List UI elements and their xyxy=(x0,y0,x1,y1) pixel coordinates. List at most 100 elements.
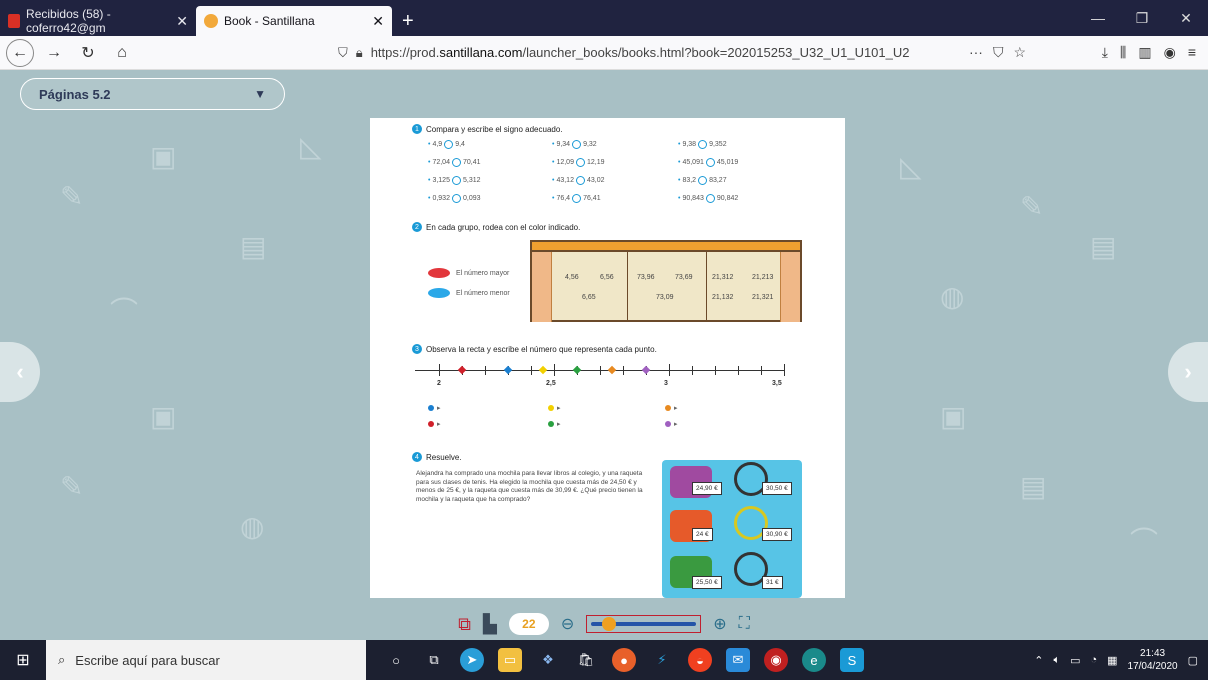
answer-yellow[interactable]: ▸ xyxy=(548,404,561,412)
notification-app-icon[interactable]: ▦ xyxy=(1107,654,1117,667)
app-icon[interactable]: ◉ xyxy=(764,648,788,672)
zoom-out-icon[interactable]: ⊖ xyxy=(561,614,574,634)
clock[interactable]: 21:43 17/04/2020 xyxy=(1128,647,1178,673)
comparison-item[interactable]: • 83,2 83,27 xyxy=(678,176,727,185)
comparison-item[interactable]: • 45,091 45,019 xyxy=(678,158,738,167)
tick-mark xyxy=(439,364,440,376)
download-icon[interactable]: ⤓ xyxy=(1102,44,1108,61)
single-page-icon[interactable]: ▙ xyxy=(483,614,497,635)
tab-gmail[interactable]: Recibidos (58) - coferro42@gm ✕ xyxy=(0,6,196,36)
action-center-icon[interactable]: ▢ xyxy=(1188,654,1198,667)
shield-icon[interactable]: ⛉ xyxy=(338,45,348,61)
answer-circle[interactable] xyxy=(572,194,582,203)
task-view-icon[interactable]: ⧉ xyxy=(422,648,446,672)
answer-circle[interactable] xyxy=(572,140,582,149)
comparison-item[interactable]: • 12,09 12,19 xyxy=(552,158,605,167)
skype-icon[interactable]: S xyxy=(840,648,864,672)
tab-santillana[interactable]: Book - Santillana ✕ xyxy=(196,6,392,36)
battery-icon[interactable]: ▭ xyxy=(1070,654,1080,667)
comparison-item[interactable]: • 72,04 70,41 xyxy=(428,158,481,167)
menu-icon[interactable]: ≡ xyxy=(1188,44,1196,61)
answer-circle[interactable] xyxy=(451,194,461,203)
close-tab-icon[interactable]: ✕ xyxy=(372,13,384,30)
store-icon[interactable]: 🛍︎ xyxy=(574,648,598,672)
answer-circle[interactable] xyxy=(705,194,715,203)
reload-button[interactable]: ↻ xyxy=(74,40,102,66)
file-explorer-icon[interactable]: ▭ xyxy=(498,648,522,672)
chevron-up-icon[interactable]: ⌃ xyxy=(1034,654,1043,667)
sidebar-icon[interactable]: ▥ xyxy=(1138,44,1151,61)
answer-red[interactable]: ▸ xyxy=(428,420,441,428)
comparison-item[interactable]: • 0,932 0,093 xyxy=(428,194,481,203)
answer-circle[interactable] xyxy=(575,158,585,167)
dropbox-icon[interactable]: ❖ xyxy=(536,648,560,672)
legend-max-label: El número mayor xyxy=(456,269,510,277)
url-bar[interactable]: ⛉ 🔒︎ https://prod.santillana.com/launche… xyxy=(332,40,1032,66)
close-tab-icon[interactable]: ✕ xyxy=(176,13,188,30)
number-cell[interactable]: 21,321 xyxy=(752,294,773,301)
volume-icon[interactable]: 🔈︎ xyxy=(1053,654,1060,667)
new-tab-button[interactable]: + xyxy=(392,6,424,36)
number-cell[interactable]: 6,56 xyxy=(600,274,614,281)
comparison-item[interactable]: • 76,4 76,41 xyxy=(552,194,601,203)
edge-icon[interactable]: e xyxy=(802,648,826,672)
pages-dropdown[interactable]: Páginas 5.2 ▼ xyxy=(20,78,285,110)
minimize-icon[interactable]: — xyxy=(1076,0,1120,36)
answer-purple[interactable]: ▸ xyxy=(665,420,678,428)
answer-circle[interactable] xyxy=(444,140,454,149)
forward-button[interactable]: → xyxy=(40,40,68,66)
cortana-icon[interactable]: ○ xyxy=(384,648,408,672)
answer-circle[interactable] xyxy=(451,176,461,185)
home-button[interactable]: ⌂ xyxy=(108,40,136,66)
comparison-item[interactable]: • 43,12 43,02 xyxy=(552,176,605,185)
tab-label: Book - Santillana xyxy=(224,14,315,28)
answer-circle[interactable] xyxy=(698,176,708,185)
app-icon[interactable]: ⚡︎ xyxy=(650,648,674,672)
restore-icon[interactable]: ❐ xyxy=(1120,0,1164,36)
number-cell[interactable]: 21,213 xyxy=(752,274,773,281)
search-placeholder: Escribe aquí para buscar xyxy=(75,652,220,668)
number-cell[interactable]: 21,132 xyxy=(712,294,733,301)
comparison-item[interactable]: • 90,843 90,842 xyxy=(678,194,738,203)
library-icon[interactable]: ⫼ xyxy=(1120,44,1126,61)
number-cell[interactable]: 73,09 xyxy=(656,294,674,301)
bookmark-star-icon[interactable]: ☆ xyxy=(1013,44,1026,61)
answer-circle[interactable] xyxy=(698,140,708,149)
app-icon[interactable]: ◒ xyxy=(688,648,712,672)
pocket-icon[interactable]: ⛉ xyxy=(993,44,1004,61)
answer-circle[interactable] xyxy=(575,176,585,185)
double-page-icon[interactable]: ⧉ xyxy=(458,614,471,635)
comparison-item[interactable]: • 9,34 9,32 xyxy=(552,140,597,149)
number-cell[interactable]: 73,96 xyxy=(637,274,655,281)
wifi-icon[interactable]: ◔ xyxy=(1090,654,1097,666)
number-cell[interactable]: 4,56 xyxy=(565,274,579,281)
number-cell[interactable]: 21,312 xyxy=(712,274,733,281)
page-number[interactable]: 22 xyxy=(508,613,549,635)
taskbar-search[interactable]: ⌕ Escribe aquí para buscar xyxy=(46,640,366,680)
zoom-in-icon[interactable]: ⊕ xyxy=(713,614,726,634)
exercise-2-heading: 2 En cada grupo, rodea con el color indi… xyxy=(412,222,580,232)
prev-page-button[interactable]: ‹ xyxy=(0,342,40,402)
number-cell[interactable]: 6,65 xyxy=(582,294,596,301)
answer-blue[interactable]: ▸ xyxy=(428,404,441,412)
answer-green[interactable]: ▸ xyxy=(548,420,561,428)
back-button[interactable]: ← xyxy=(6,38,34,67)
next-page-button[interactable]: › xyxy=(1168,342,1208,402)
fullscreen-icon[interactable]: ⛶ xyxy=(739,615,750,633)
zoom-knob[interactable] xyxy=(601,617,616,631)
account-icon[interactable]: ◉ xyxy=(1164,44,1176,61)
comparison-item[interactable]: • 4,9 9,4 xyxy=(428,140,465,149)
answer-orange[interactable]: ▸ xyxy=(665,404,678,412)
telegram-icon[interactable]: ➤ xyxy=(460,648,484,672)
close-window-icon[interactable]: ✕ xyxy=(1164,0,1208,36)
mail-icon[interactable]: ✉ xyxy=(726,648,750,672)
comparison-item[interactable]: • 3,125 5,312 xyxy=(428,176,481,185)
number-cell[interactable]: 73,69 xyxy=(675,274,693,281)
answer-circle[interactable] xyxy=(451,158,461,167)
zoom-slider[interactable] xyxy=(586,615,702,633)
page-actions-icon[interactable]: ··· xyxy=(969,44,983,61)
firefox-icon[interactable]: ● xyxy=(612,648,636,672)
windows-start-icon[interactable]: ⊞ xyxy=(0,640,46,680)
comparison-item[interactable]: • 9,38 9,352 xyxy=(678,140,727,149)
answer-circle[interactable] xyxy=(705,158,715,167)
